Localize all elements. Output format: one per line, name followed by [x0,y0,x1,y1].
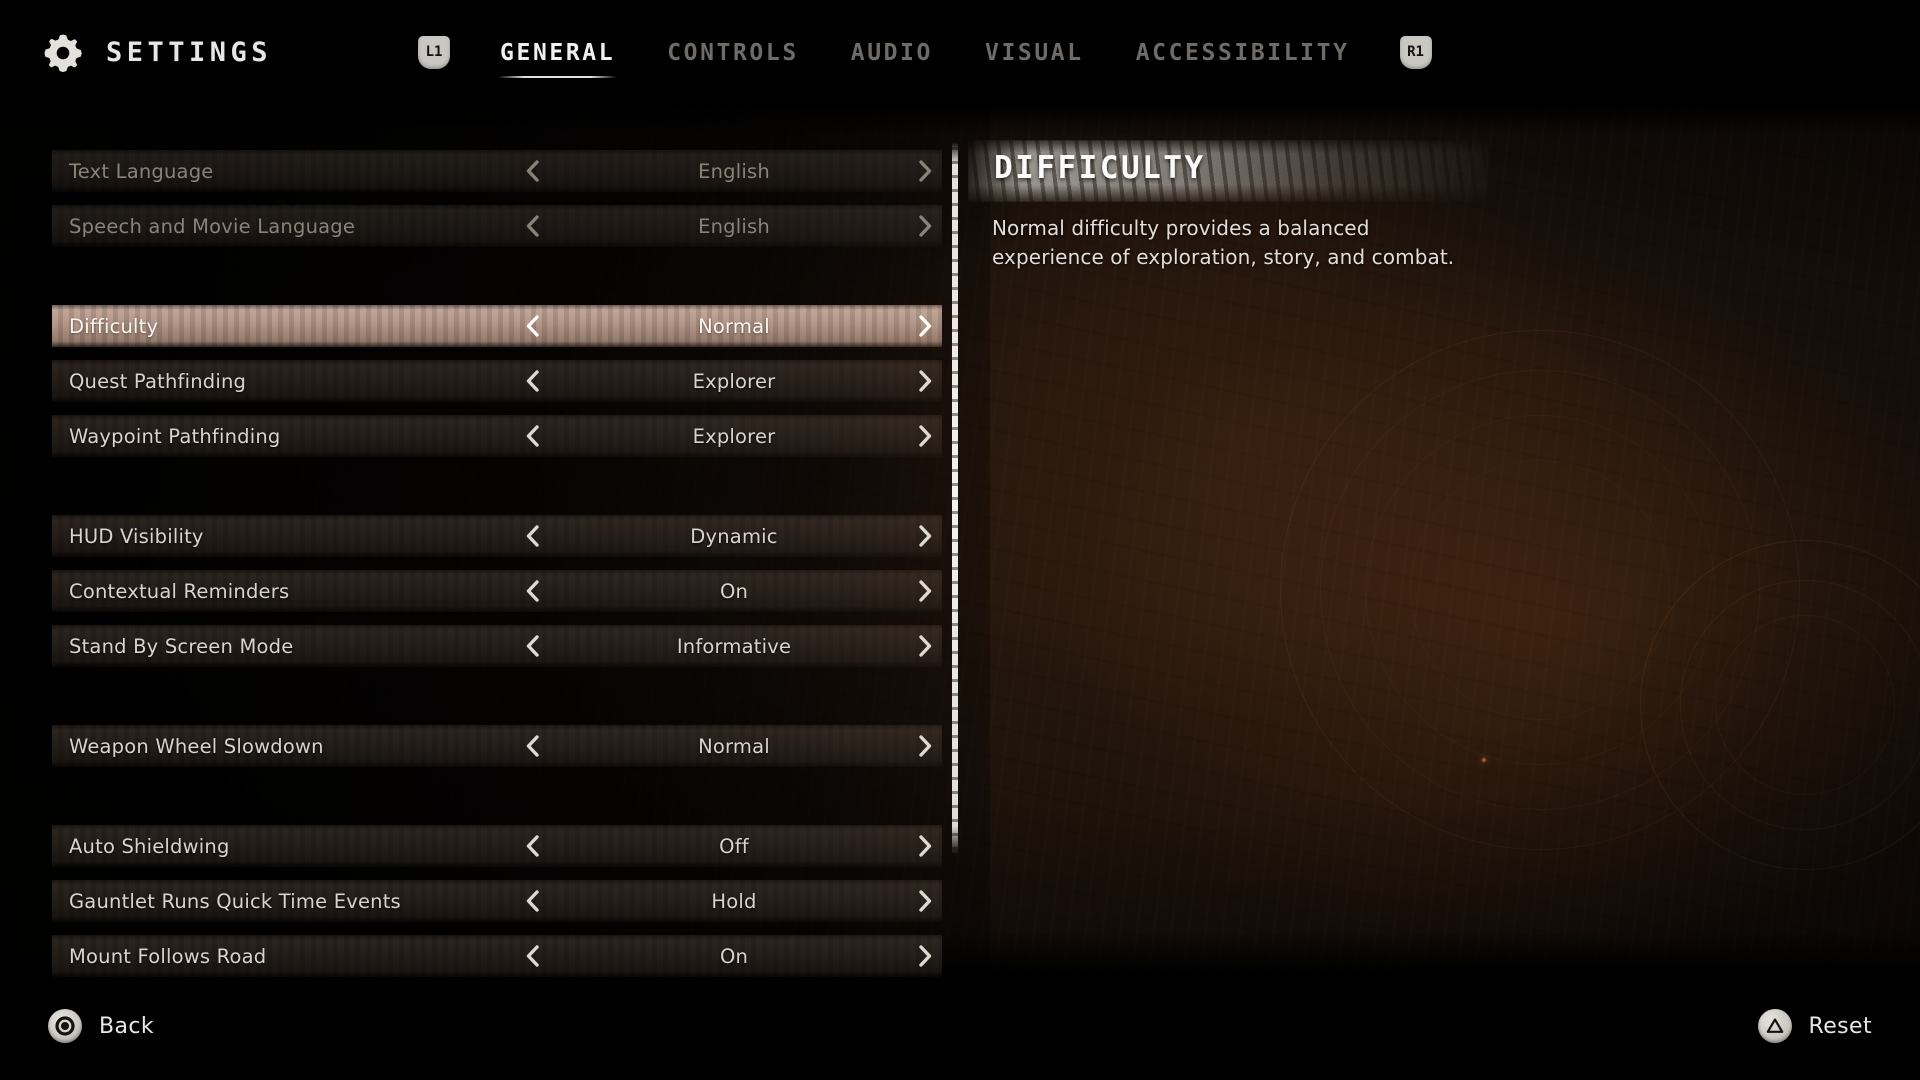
panel-divider [952,142,958,854]
chevron-left-icon[interactable] [524,633,542,659]
brand: SETTINGS [42,32,272,74]
chevron-right-icon[interactable] [916,523,934,549]
chevron-right-icon[interactable] [916,158,934,184]
tab-visual[interactable]: VISUAL [959,34,1110,72]
tab-bar: L1 GENERAL CONTROLS AUDIO VISUAL ACCESSI… [394,34,1455,78]
tab-general[interactable]: GENERAL [474,34,641,78]
left-bumper-label: L1 [425,44,443,60]
setting-value: English [698,159,770,183]
settings-row: Speech and Movie Language English [52,205,942,247]
setting-value: English [698,214,770,238]
detail-title: DIFFICULTY [994,150,1206,186]
gear-icon [42,32,84,74]
playstation-triangle-icon [1757,1009,1792,1043]
chevron-right-icon[interactable] [916,943,934,969]
settings-row[interactable]: HUD Visibility Dynamic [52,515,942,557]
settings-row[interactable]: Mount Follows Road On [52,935,942,977]
settings-row[interactable]: Quest Pathfinding Explorer [52,360,942,402]
right-bumper-button[interactable]: R1 [1399,36,1432,69]
setting-label: Auto Shieldwing [69,834,230,858]
setting-value: Hold [711,889,757,913]
chevron-right-icon[interactable] [916,213,934,239]
settings-row[interactable]: Auto Shieldwing Off [52,825,942,867]
settings-screen: SETTINGS L1 GENERAL CONTROLS AUDIO VISUA… [0,0,1920,1080]
chevron-left-icon[interactable] [524,313,542,339]
detail-title-block: DIFFICULTY [968,140,1632,202]
chevron-left-icon[interactable] [524,158,542,184]
chevron-right-icon[interactable] [916,888,934,914]
right-bumper-label: R1 [1407,44,1424,60]
setting-value: Dynamic [690,524,778,548]
settings-row[interactable]: Waypoint Pathfinding Explorer [52,415,942,457]
footer: Back Reset [0,972,1920,1080]
chevron-left-icon[interactable] [524,888,542,914]
playstation-circle-icon [48,1009,82,1043]
tab-controls[interactable]: CONTROLS [641,34,825,72]
setting-label: Quest Pathfinding [69,369,247,393]
back-button[interactable]: Back [48,1009,154,1043]
chevron-right-icon[interactable] [916,633,934,659]
chevron-right-icon[interactable] [916,423,934,449]
chevron-left-icon[interactable] [524,733,542,759]
detail-description: Normal difficulty provides a balanced ex… [992,216,1455,269]
setting-label: HUD Visibility [69,524,204,548]
chevron-right-icon[interactable] [916,368,934,394]
chevron-right-icon[interactable] [916,578,934,604]
setting-label: Gauntlet Runs Quick Time Events [69,889,401,913]
setting-label: Speech and Movie Language [69,214,356,238]
detail-panel: DIFFICULTY Normal difficulty provides a … [968,140,1632,272]
setting-value: Normal [698,314,770,338]
setting-label: Contextual Reminders [69,579,290,603]
top-bar-fade [0,105,1920,135]
settings-row[interactable]: Weapon Wheel Slowdown Normal [52,725,942,767]
chevron-right-icon[interactable] [916,733,934,759]
settings-row[interactable]: Difficulty Normal [52,305,942,347]
setting-label: Waypoint Pathfinding [69,424,281,448]
setting-value: Explorer [692,424,776,448]
settings-list: Text Language English Speech and Movie Lan… [52,150,942,990]
setting-label: Mount Follows Road [69,944,267,968]
chevron-right-icon[interactable] [916,313,934,339]
chevron-left-icon[interactable] [524,833,542,859]
reset-button[interactable]: Reset [1757,1009,1872,1043]
setting-label: Difficulty [69,314,159,338]
tab-audio[interactable]: AUDIO [825,34,959,72]
chevron-left-icon[interactable] [524,213,542,239]
chevron-left-icon[interactable] [524,943,542,969]
setting-value: Explorer [692,369,776,393]
settings-row[interactable]: Contextual Reminders On [52,570,942,612]
chevron-left-icon[interactable] [524,578,542,604]
chevron-left-icon[interactable] [524,523,542,549]
header: SETTINGS L1 GENERAL CONTROLS AUDIO VISUA… [0,0,1920,105]
setting-value: Informative [676,634,792,658]
chevron-right-icon[interactable] [916,833,934,859]
back-button-label: Back [99,1013,155,1039]
left-bumper-button[interactable]: L1 [418,36,451,69]
tab-accessibility[interactable]: ACCESSIBILITY [1110,34,1376,72]
setting-value: On [719,579,749,603]
settings-row[interactable]: Gauntlet Runs Quick Time Events Hold [52,880,942,922]
setting-value: Normal [698,734,770,758]
chevron-left-icon[interactable] [524,368,542,394]
page-title: SETTINGS [106,37,273,68]
setting-label: Text Language [69,159,214,183]
settings-row: Text Language English [52,150,942,192]
setting-value: Off [719,834,749,858]
setting-label: Weapon Wheel Slowdown [69,734,324,758]
chevron-left-icon[interactable] [524,423,542,449]
setting-label: Stand By Screen Mode [69,634,294,658]
settings-row[interactable]: Stand By Screen Mode Informative [52,625,942,667]
reset-button-label: Reset [1808,1013,1872,1039]
setting-value: On [719,944,749,968]
